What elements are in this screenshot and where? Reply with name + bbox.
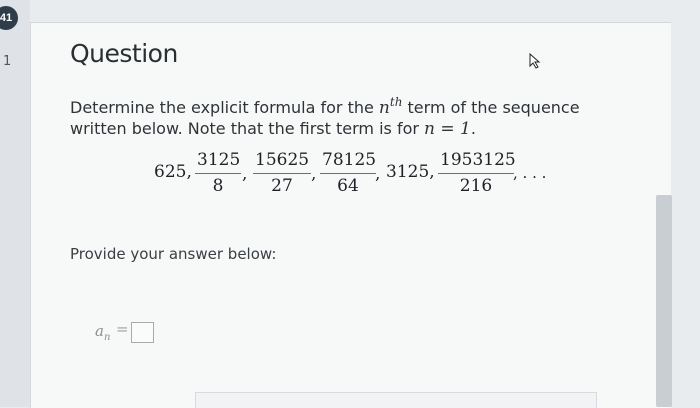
scrollbar[interactable] (656, 195, 672, 407)
card-bottom-edge (195, 392, 597, 408)
question-card (30, 22, 671, 408)
question-number-badge[interactable]: 41 (0, 6, 18, 30)
prompt-end: . (470, 119, 476, 138)
term-2-denominator: 8 (212, 176, 224, 196)
term-6-numerator: 1953125 (440, 150, 516, 170)
answer-subscript: n (103, 332, 111, 343)
term-4-fraction: 78125 64 (320, 150, 376, 196)
rail-mark: 1 (3, 54, 12, 69)
term-6-fraction: 1953125 216 (438, 150, 516, 196)
question-title: Question (70, 39, 178, 68)
term-2-fraction: 3125 8 (195, 150, 241, 196)
prompt-variable: n (378, 98, 390, 118)
term-6-denominator: 216 (459, 176, 493, 196)
sequence: 625, 3125 8 , 15625 27 , 78125 64 , 3125… (0, 150, 700, 210)
comma: , (375, 164, 381, 184)
question-prompt: Determine the explicit formula for the n… (70, 95, 630, 139)
comma: , (242, 164, 248, 184)
answer-variable: an (95, 322, 110, 343)
mouse-pointer-icon (529, 53, 541, 69)
answer-equals: = (116, 320, 129, 338)
prompt-superscript: th (389, 95, 403, 109)
comma: , (311, 164, 317, 184)
term-4-numerator: 78125 (322, 150, 377, 170)
term-3-denominator: 27 (271, 176, 293, 196)
prompt-equation: n = 1 (424, 119, 471, 139)
ellipsis: , . . . (513, 164, 547, 182)
term-1: 625, (154, 162, 192, 182)
term-2-numerator: 3125 (197, 150, 241, 170)
term-5: 3125, (386, 162, 435, 182)
provide-answer-label: Provide your answer below: (70, 245, 277, 263)
term-3-fraction: 15625 27 (253, 150, 311, 196)
answer-input-box[interactable] (131, 322, 154, 343)
term-4-denominator: 64 (337, 176, 359, 196)
prompt-text: Determine the explicit formula for the (70, 98, 379, 117)
term-3-numerator: 15625 (255, 150, 310, 170)
answer-var: a (95, 322, 104, 340)
